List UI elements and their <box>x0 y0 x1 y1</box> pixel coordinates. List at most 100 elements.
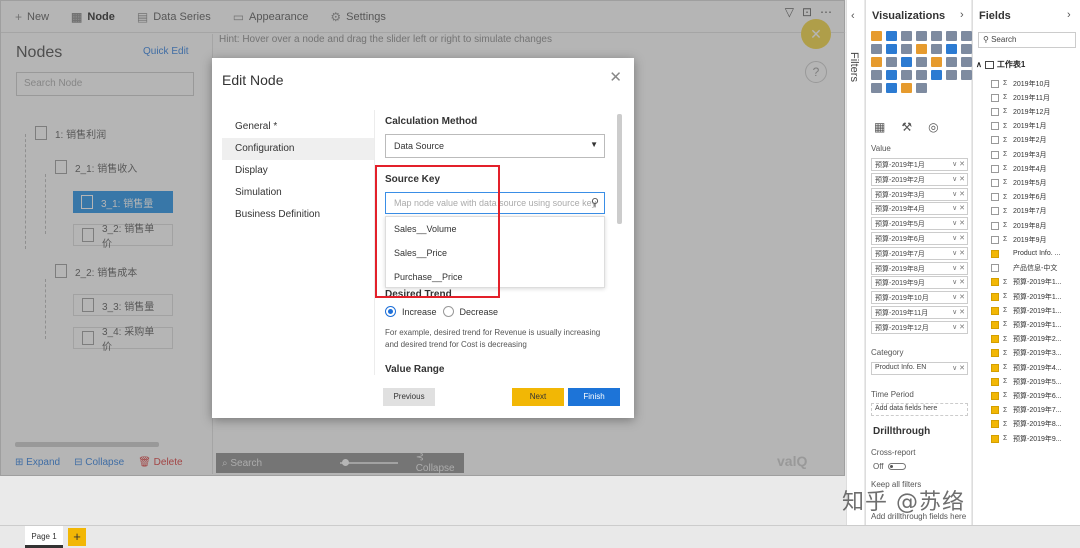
filters-label[interactable]: Filters <box>848 52 860 82</box>
checkbox[interactable] <box>991 164 999 173</box>
remove-field-icon[interactable]: ∨ ✕ <box>952 160 965 168</box>
field-row[interactable]: Σ 预算-2019年7... <box>991 404 1062 417</box>
chevron-right-icon[interactable]: › <box>960 9 964 21</box>
value-field-item[interactable]: 预算-2019年10月 ∨ ✕ <box>871 291 968 305</box>
table-header[interactable]: ∧ 工作表1 <box>976 59 1025 70</box>
remove-field-icon[interactable]: ∨ ✕ <box>952 204 965 212</box>
checkbox-checked[interactable] <box>991 406 999 415</box>
checkbox[interactable] <box>991 150 999 159</box>
checkbox-checked[interactable] <box>991 292 999 301</box>
more-visuals-icon[interactable] <box>916 83 927 93</box>
field-row[interactable]: Σ 2019年9月 <box>991 233 1046 246</box>
fields-search-input[interactable]: ⚲ Search <box>978 32 1076 48</box>
field-row[interactable]: Σ 2019年8月 <box>991 219 1046 232</box>
form-scrollbar[interactable] <box>617 114 622 224</box>
cross-report-toggle[interactable]: Off <box>873 462 906 471</box>
r-visual-icon[interactable] <box>946 70 957 80</box>
checkbox[interactable] <box>991 93 999 102</box>
field-row[interactable]: Σ 2019年7月 <box>991 205 1046 218</box>
field-row[interactable]: Σ 预算-2019年1... <box>991 304 1062 317</box>
checkbox[interactable] <box>991 264 999 273</box>
pie-chart-icon[interactable] <box>961 44 972 54</box>
matrix-icon[interactable] <box>931 70 942 80</box>
checkbox[interactable] <box>991 193 999 202</box>
field-row[interactable]: Σ 预算-2019年8... <box>991 418 1062 431</box>
value-field-item[interactable]: 预算-2019年8月 ∨ ✕ <box>871 261 968 275</box>
checkbox[interactable] <box>991 221 999 230</box>
nav-simulation[interactable]: Simulation <box>222 182 374 204</box>
scatter-icon[interactable] <box>946 44 957 54</box>
category-field-item[interactable]: Product Info. EN ∨ ✕ <box>871 362 968 375</box>
kpi-icon[interactable] <box>886 70 897 80</box>
previous-button[interactable]: Previous <box>383 388 435 406</box>
treemap-icon[interactable] <box>886 57 897 67</box>
value-field-item[interactable]: 预算-2019年12月 ∨ ✕ <box>871 320 968 334</box>
field-row[interactable]: Σ 2019年10月 <box>991 77 1050 90</box>
toggle-switch[interactable] <box>887 463 906 470</box>
multi-card-icon[interactable] <box>871 70 882 80</box>
field-row[interactable]: Σ 2019年4月 <box>991 162 1046 175</box>
calc-method-select[interactable]: Data Source ▼ <box>385 134 605 158</box>
remove-field-icon[interactable]: ∨ ✕ <box>952 323 965 331</box>
page-tab-1[interactable]: Page 1 <box>25 526 63 548</box>
checkbox-checked[interactable] <box>991 377 999 386</box>
clustered-column-icon[interactable] <box>916 31 927 41</box>
analytics-icon[interactable]: ◎ <box>928 120 938 134</box>
gauge-icon[interactable] <box>946 57 957 67</box>
nav-display[interactable]: Display <box>222 160 374 182</box>
field-row[interactable]: Σ 预算-2019年9... <box>991 432 1062 445</box>
field-row[interactable]: Σ 2019年12月 <box>991 105 1050 118</box>
checkbox[interactable] <box>991 122 999 131</box>
100-bar-icon[interactable] <box>931 31 942 41</box>
field-row[interactable]: Σ 预算-2019年2... <box>991 333 1062 346</box>
value-field-item[interactable]: 预算-2019年9月 ∨ ✕ <box>871 276 968 290</box>
checkbox-checked[interactable] <box>991 349 999 358</box>
value-field-item[interactable]: 预算-2019年5月 ∨ ✕ <box>871 217 968 231</box>
value-field-item[interactable]: 预算-2019年4月 ∨ ✕ <box>871 202 968 216</box>
value-field-item[interactable]: 预算-2019年6月 ∨ ✕ <box>871 232 968 245</box>
remove-field-icon[interactable]: ∨ ✕ <box>952 219 965 227</box>
checkbox[interactable] <box>991 207 999 216</box>
filled-map-icon[interactable] <box>916 57 927 67</box>
value-field-item[interactable]: 预算-2019年7月 ∨ ✕ <box>871 246 968 260</box>
donut-chart-icon[interactable] <box>871 57 882 67</box>
waterfall-icon[interactable] <box>931 44 942 54</box>
stacked-area-icon[interactable] <box>886 44 897 54</box>
line-chart-icon[interactable] <box>961 31 972 41</box>
field-row[interactable]: Σ 预算-2019年3... <box>991 347 1062 360</box>
checkbox-checked[interactable] <box>991 420 999 429</box>
chevron-left-icon[interactable]: ‹ <box>851 10 855 22</box>
field-row[interactable]: Σ 预算-2019年1... <box>991 290 1062 303</box>
remove-field-icon[interactable]: ∨ ✕ <box>952 278 965 286</box>
remove-field-icon[interactable]: ∨ ✕ <box>952 308 965 316</box>
remove-field-icon[interactable]: ∨ ✕ <box>952 234 965 242</box>
checkbox-checked[interactable] <box>991 391 999 400</box>
checkbox[interactable] <box>991 235 999 244</box>
field-row[interactable]: Σ 2019年1月 <box>991 120 1046 133</box>
value-field-item[interactable]: 预算-2019年11月 ∨ ✕ <box>871 306 968 319</box>
remove-field-icon[interactable]: ∨ ✕ <box>952 175 965 183</box>
python-visual-icon[interactable] <box>961 70 972 80</box>
remove-field-icon[interactable]: ∨ ✕ <box>952 264 965 272</box>
value-field-item[interactable]: 预算-2019年2月 ∨ ✕ <box>871 172 968 186</box>
checkbox-checked[interactable] <box>991 363 999 372</box>
key-influencers-icon[interactable] <box>871 83 882 93</box>
field-row[interactable]: Σ 预算-2019年5... <box>991 375 1062 388</box>
value-field-item[interactable]: 预算-2019年1月 ∨ ✕ <box>871 158 968 171</box>
checkbox-checked[interactable] <box>991 306 999 315</box>
field-row[interactable]: Product Info. ... <box>991 247 1060 260</box>
table-icon[interactable] <box>916 70 927 80</box>
field-row[interactable]: 产品信息-中文 <box>991 262 1057 275</box>
checkbox[interactable] <box>991 107 999 116</box>
valq-visual-icon[interactable] <box>901 83 912 93</box>
stacked-bar-icon[interactable] <box>871 31 882 41</box>
finish-button[interactable]: Finish <box>568 388 620 406</box>
nav-general[interactable]: General * <box>222 116 374 138</box>
checkbox[interactable] <box>991 79 999 88</box>
time-period-dropzone[interactable]: Add data fields here <box>871 403 968 416</box>
field-row[interactable]: Σ 2019年2月 <box>991 134 1046 147</box>
field-row[interactable]: Σ 预算-2019年6... <box>991 389 1062 402</box>
remove-field-icon[interactable]: ∨ ✕ <box>952 190 965 198</box>
checkbox[interactable] <box>991 178 999 187</box>
value-field-item[interactable]: 预算-2019年3月 ∨ ✕ <box>871 187 968 201</box>
